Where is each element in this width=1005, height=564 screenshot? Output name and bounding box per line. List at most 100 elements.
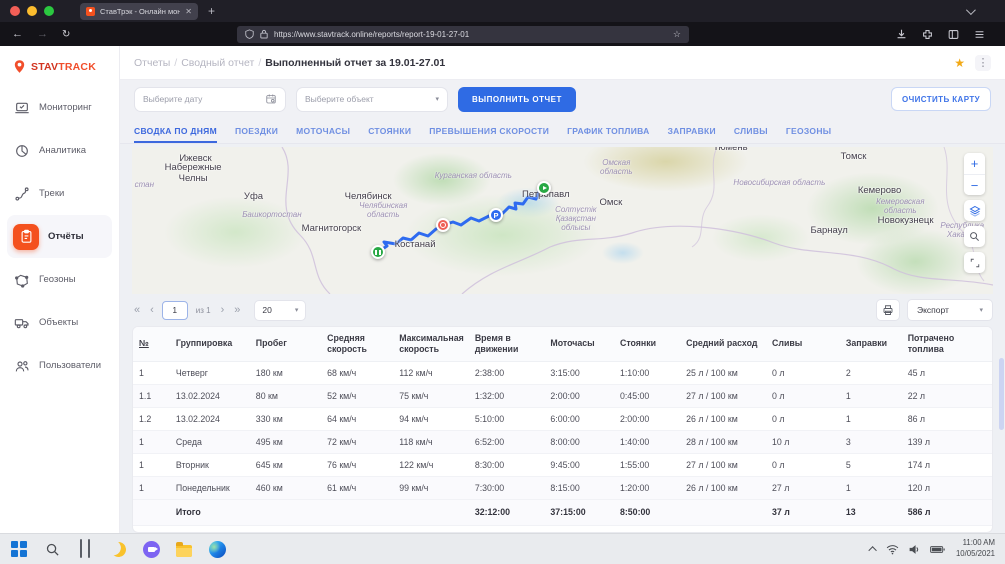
report-table: № Группировка Пробег Средняя скорость Ма… (132, 326, 993, 533)
export-select[interactable]: Экспорт ▾ (907, 299, 993, 321)
layers-button[interactable] (964, 200, 985, 221)
next-page-button[interactable]: › (219, 304, 227, 316)
column-header[interactable]: № (133, 327, 170, 361)
print-button[interactable] (876, 299, 900, 321)
task-view-icon[interactable] (76, 540, 94, 558)
stavtrack-logo[interactable]: STAVTRACK (0, 46, 119, 86)
back-button[interactable]: ← (12, 28, 23, 40)
tab-trips[interactable]: ПОЕЗДКИ (235, 126, 278, 143)
wifi-icon[interactable] (886, 544, 899, 555)
bookmark-star-icon[interactable]: ☆ (673, 29, 681, 40)
tab-close-icon[interactable]: ✕ (185, 7, 192, 16)
tab-parkings[interactable]: СТОЯНКИ (368, 126, 411, 143)
lock-icon[interactable] (260, 29, 268, 39)
page-number-input[interactable]: 1 (162, 301, 188, 320)
first-page-button[interactable]: « (132, 304, 142, 316)
shield-icon[interactable] (245, 29, 254, 39)
zoom-out-button[interactable]: − (964, 174, 985, 195)
table-row[interactable]: 1 Вторник 645 км 76 км/ч 122 км/ч 8:30:0… (133, 453, 992, 476)
sidebar-item-geozones[interactable]: Геозоны (0, 258, 119, 301)
breadcrumb-reports[interactable]: Отчеты (134, 57, 170, 69)
taskbar-search-icon[interactable] (43, 540, 61, 558)
system-tray: 11:00 AM 10/05/2021 (871, 538, 995, 559)
downloads-icon[interactable] (896, 29, 907, 40)
url-text[interactable]: https://www.stavtrack.online/reports/rep… (274, 30, 667, 39)
tab-favicon-icon (86, 7, 95, 16)
sidebar-item-users[interactable]: Пользователи (0, 344, 119, 387)
table-row[interactable]: 1.1 13.02.2024 80 км 52 км/ч 75 км/ч 1:3… (133, 384, 992, 407)
url-bar[interactable]: https://www.stavtrack.online/reports/rep… (237, 26, 689, 43)
night-mode-app-icon[interactable] (109, 540, 127, 558)
page-scrollbar[interactable] (999, 358, 1004, 430)
browser-tab[interactable]: СтавТрэк - Онлайн мониторинг ✕ (80, 3, 198, 20)
map-region-label: Солтүстік Қазақстан облысы (542, 205, 610, 233)
route-parking-marker[interactable]: P (489, 208, 503, 222)
tab-drains[interactable]: СЛИВЫ (734, 126, 768, 143)
volume-icon[interactable] (908, 544, 921, 555)
file-explorer-icon[interactable] (175, 540, 193, 558)
date-picker-input[interactable]: Выберите дату (134, 87, 286, 112)
taskbar-clock[interactable]: 11:00 AM 10/05/2021 (956, 538, 995, 559)
column-header[interactable]: Группировка (170, 327, 250, 361)
column-header[interactable]: Средний расход (680, 327, 766, 361)
tab-daily-summary[interactable]: СВОДКА ПО ДНЯМ (134, 126, 217, 143)
run-report-button[interactable]: ВЫПОЛНИТЬ ОТЧЕТ (458, 87, 576, 112)
column-header[interactable]: Средняя скорость (321, 327, 393, 361)
tab-speeding[interactable]: ПРЕВЫШЕНИЯ СКОРОСТИ (429, 126, 549, 143)
column-header[interactable]: Стоянки (614, 327, 680, 361)
column-header[interactable]: Сливы (766, 327, 840, 361)
sidebar-item-monitoring[interactable]: Мониторинг (0, 86, 119, 129)
tab-engine-hours[interactable]: МОТОЧАСЫ (296, 126, 350, 143)
sidebar-item-reports[interactable]: Отчёты (7, 215, 112, 258)
battery-icon[interactable] (930, 545, 945, 554)
breadcrumb-summary-report[interactable]: Сводный отчет (181, 57, 254, 69)
sidebar-toggle-icon[interactable] (948, 29, 959, 40)
tab-fuel-chart[interactable]: ГРАФИК ТОПЛИВА (567, 126, 649, 143)
clear-map-button[interactable]: ОЧИСТИТЬ КАРТУ (891, 87, 991, 111)
map-search-button[interactable] (964, 226, 985, 247)
column-header[interactable]: Время в движении (469, 327, 545, 361)
kebab-menu-icon[interactable]: ⋮ (975, 55, 991, 71)
minimize-window-button[interactable] (27, 6, 37, 16)
column-header[interactable]: Моточасы (544, 327, 614, 361)
object-select[interactable]: Выберите объект ▾ (296, 87, 448, 112)
column-header[interactable]: Заправки (840, 327, 902, 361)
edge-browser-icon[interactable] (208, 540, 226, 558)
sidebar-item-objects[interactable]: Объекты (0, 301, 119, 344)
column-header[interactable]: Пробег (250, 327, 321, 361)
forward-button[interactable]: → (37, 28, 48, 40)
map-region-label: Омская область (588, 158, 644, 176)
fullscreen-button[interactable] (964, 252, 985, 273)
object-placeholder: Выберите объект (305, 94, 435, 104)
column-header[interactable]: Потрачено топлива (902, 327, 992, 361)
reload-button[interactable]: ↻ (62, 29, 70, 40)
table-row[interactable]: 1.2 13.02.2024 330 км 64 км/ч 94 км/ч 5:… (133, 407, 992, 430)
tab-list-chevron-icon[interactable] (966, 5, 976, 15)
sidebar-item-analytics[interactable]: Аналитика (0, 129, 119, 172)
sidebar-item-tracks[interactable]: Треки (0, 172, 119, 215)
route-map[interactable]: Ижевск Набережные Челны Уфа Челябинск Ма… (132, 147, 993, 294)
close-window-button[interactable] (10, 6, 20, 16)
zoom-in-button[interactable]: + (964, 153, 985, 174)
tab-geozones[interactable]: ГЕОЗОНЫ (786, 126, 831, 143)
tray-chevron-up-icon[interactable] (868, 546, 876, 554)
new-tab-button[interactable]: + (208, 4, 215, 18)
favorite-star-icon[interactable]: ★ (954, 56, 965, 70)
table-row[interactable]: 1 Четверг 180 км 68 км/ч 112 км/ч 2:38:0… (133, 361, 992, 384)
start-button[interactable] (10, 540, 28, 558)
table-row[interactable]: 1 Понедельник 460 км 61 км/ч 99 км/ч 7:3… (133, 476, 992, 499)
column-header[interactable]: Максимальная скорость (393, 327, 469, 361)
extensions-icon[interactable] (922, 29, 933, 40)
chat-app-icon[interactable] (142, 540, 160, 558)
maximize-window-button[interactable] (44, 6, 54, 16)
table-row[interactable]: 1 Среда 495 км 72 км/ч 118 км/ч 6:52:00 … (133, 430, 992, 453)
map-city-label: Кемерово (858, 185, 901, 196)
prev-page-button[interactable]: ‹ (148, 304, 156, 316)
menu-hamburger-icon[interactable] (974, 29, 985, 40)
route-start-marker[interactable] (537, 181, 551, 195)
tab-refuels[interactable]: ЗАПРАВКИ (668, 126, 716, 143)
route-pause-marker[interactable] (371, 245, 385, 259)
last-page-button[interactable]: » (232, 304, 242, 316)
page-size-select[interactable]: 20 ▾ (254, 300, 306, 321)
route-stop-marker[interactable] (436, 218, 450, 232)
